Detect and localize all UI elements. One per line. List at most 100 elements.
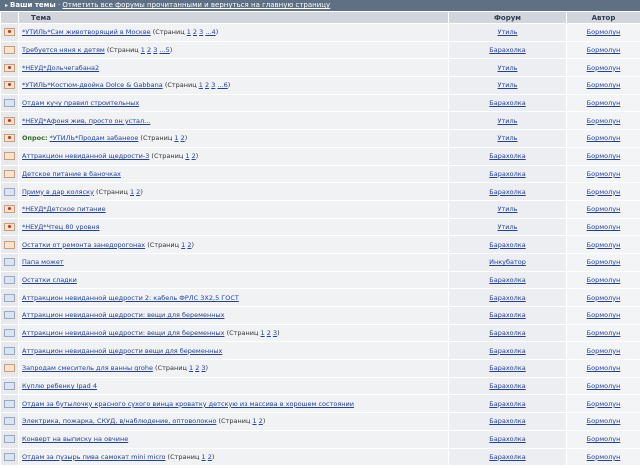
forum-link[interactable]: Инкубатор xyxy=(489,258,526,266)
topic-link[interactable]: Аттракцион невиданной щедрости вещи для … xyxy=(22,347,222,355)
topic-link[interactable]: Остатки от ремонта занедорогонах xyxy=(22,241,145,249)
page-link[interactable]: 3 xyxy=(211,81,215,89)
topic-link[interactable]: Запродам смеситель для ванны grohe xyxy=(22,364,153,372)
forum-link[interactable]: Барахолка xyxy=(489,453,525,461)
topic-link[interactable]: Конверт на выписку на овчине xyxy=(22,435,128,443)
topic-link[interactable]: Аттракцион невиданной щедрости-3 xyxy=(22,152,149,160)
forum-link[interactable]: Утиль xyxy=(498,28,518,36)
page-link[interactable]: 3 xyxy=(199,28,203,36)
author-link[interactable]: Бормолун xyxy=(587,152,621,160)
author-link[interactable]: Бормолун xyxy=(587,134,621,142)
forum-link[interactable]: Барахолка xyxy=(489,400,525,408)
page-link[interactable]: 1 xyxy=(189,364,193,372)
forum-link[interactable]: Барахолка xyxy=(489,364,525,372)
topic-link[interactable]: *УТИЛЬ*Продам забанеое xyxy=(50,134,139,142)
topic-link[interactable]: Отдам кучу правил строительных xyxy=(22,99,139,107)
author-link[interactable]: Бормолун xyxy=(587,311,621,319)
author-link[interactable]: Бормолун xyxy=(587,117,621,125)
page-link[interactable]: 2 xyxy=(193,28,197,36)
author-link[interactable]: Бормолун xyxy=(587,400,621,408)
page-link[interactable]: ...6 xyxy=(217,81,227,89)
forum-link[interactable]: Барахолка xyxy=(489,152,525,160)
topic-link[interactable]: *УТИЛЬ*Костюм-двойка Dolce & Gabbana xyxy=(22,81,163,89)
author-link[interactable]: Бормолун xyxy=(587,294,621,302)
page-link[interactable]: 1 xyxy=(130,188,134,196)
topic-link[interactable]: *НЕУД*Чтец 80 уровня xyxy=(22,223,100,231)
forum-link[interactable]: Барахолка xyxy=(489,241,525,249)
forum-link[interactable]: Барахолка xyxy=(489,382,525,390)
author-link[interactable]: Бормолун xyxy=(587,28,621,36)
page-link[interactable]: 1 xyxy=(185,152,189,160)
author-link[interactable]: Бормолун xyxy=(587,364,621,372)
forum-link[interactable]: Барахолка xyxy=(489,276,525,284)
topic-link[interactable]: *НЕУД*Афоня жив, просто он устал... xyxy=(22,117,150,125)
page-link[interactable]: 3 xyxy=(153,46,157,54)
page-link[interactable]: ...5 xyxy=(159,46,169,54)
page-link[interactable]: 1 xyxy=(199,81,203,89)
page-link[interactable]: 2 xyxy=(205,81,209,89)
topic-link[interactable]: Аттракцион невиданной щедрости 2: кабель… xyxy=(22,294,239,302)
row-icon-cell xyxy=(0,217,19,237)
forum-link[interactable]: Барахолка xyxy=(489,99,525,107)
page-link[interactable]: 1 xyxy=(201,453,205,461)
topic-link[interactable]: Отдам за пузырь пива самокат mini micro xyxy=(22,453,165,461)
author-link[interactable]: Бормолун xyxy=(587,347,621,355)
topic-link[interactable]: Детское питание в баночках xyxy=(22,170,121,178)
forum-link[interactable]: Утиль xyxy=(498,81,518,89)
forum-link[interactable]: Утиль xyxy=(498,134,518,142)
forum-link[interactable]: Барахолка xyxy=(489,170,525,178)
author-link[interactable]: Бормолун xyxy=(587,258,621,266)
forum-link[interactable]: Барахолка xyxy=(489,329,525,337)
page-link[interactable]: 2 xyxy=(267,329,271,337)
page-link[interactable]: ...4 xyxy=(205,28,215,36)
topic-link[interactable]: Требуется няня к детям xyxy=(22,46,105,54)
author-link[interactable]: Бормолун xyxy=(587,46,621,54)
page-link[interactable]: 2 xyxy=(147,46,151,54)
author-link[interactable]: Бормолун xyxy=(587,223,621,231)
topic-link[interactable]: Куплю ребенку Ipad 4 xyxy=(22,382,97,390)
page-link[interactable]: 1 xyxy=(261,329,265,337)
forum-link[interactable]: Барахолка xyxy=(489,347,525,355)
page-link[interactable]: 1 xyxy=(174,134,178,142)
forum-link[interactable]: Барахолка xyxy=(489,435,525,443)
author-link[interactable]: Бормолун xyxy=(587,170,621,178)
author-link[interactable]: Бормолун xyxy=(587,188,621,196)
forum-link[interactable]: Барахолка xyxy=(489,417,525,425)
page-link[interactable]: 1 xyxy=(141,46,145,54)
forum-link[interactable]: Барахолка xyxy=(489,311,525,319)
forum-link[interactable]: Барахолка xyxy=(489,188,525,196)
page-link[interactable]: 1 xyxy=(187,28,191,36)
topic-link[interactable]: Приму в дар коляску xyxy=(22,188,94,196)
forum-link[interactable]: Утиль xyxy=(498,205,518,213)
author-link[interactable]: Бормолун xyxy=(587,81,621,89)
table-row: *НЕУД*Чтец 80 уровня Утиль Бормолун xyxy=(0,217,640,237)
author-link[interactable]: Бормолун xyxy=(587,64,621,72)
topic-link[interactable]: Отдам за бутылочку красного сухого винца… xyxy=(22,400,354,408)
author-link[interactable]: Бормолун xyxy=(587,435,621,443)
forum-link[interactable]: Утиль xyxy=(498,223,518,231)
topic-link[interactable]: Электрика, пожарка, СКУД, в/наблюдение, … xyxy=(22,417,216,425)
author-link[interactable]: Бормолун xyxy=(587,241,621,249)
topic-link[interactable]: *УТИЛЬ*Сэм животворящий в Москве xyxy=(22,28,151,36)
mark-all-read-link[interactable]: Отметить все форумы прочитанными и верну… xyxy=(62,1,330,9)
page-link[interactable]: 1 xyxy=(181,241,185,249)
forum-link[interactable]: Утиль xyxy=(498,64,518,72)
topic-link[interactable]: Остатки сладки xyxy=(22,276,77,284)
author-link[interactable]: Бормолун xyxy=(587,99,621,107)
forum-link[interactable]: Утиль xyxy=(498,117,518,125)
topic-link[interactable]: Аттракцион невиданной щедрости: вещи для… xyxy=(22,311,224,319)
forum-link[interactable]: Барахолка xyxy=(489,46,525,54)
topic-link[interactable]: *НЕУД*Детское питание xyxy=(22,205,106,213)
topic-link[interactable]: *НЕУД*Дольчегабана2 xyxy=(22,64,99,72)
topic-link[interactable]: Папа может xyxy=(22,258,64,266)
author-link[interactable]: Бормолун xyxy=(587,329,621,337)
page-link[interactable]: 2 xyxy=(195,364,199,372)
author-link[interactable]: Бормолун xyxy=(587,276,621,284)
topic-link[interactable]: Аттракцион невиданной щедрости: вещи для… xyxy=(22,329,224,337)
forum-link[interactable]: Барахолка xyxy=(489,294,525,302)
author-link[interactable]: Бормолун xyxy=(587,453,621,461)
page-link[interactable]: 1 xyxy=(252,417,256,425)
author-link[interactable]: Бормолун xyxy=(587,382,621,390)
author-link[interactable]: Бормолун xyxy=(587,417,621,425)
author-link[interactable]: Бормолун xyxy=(587,205,621,213)
